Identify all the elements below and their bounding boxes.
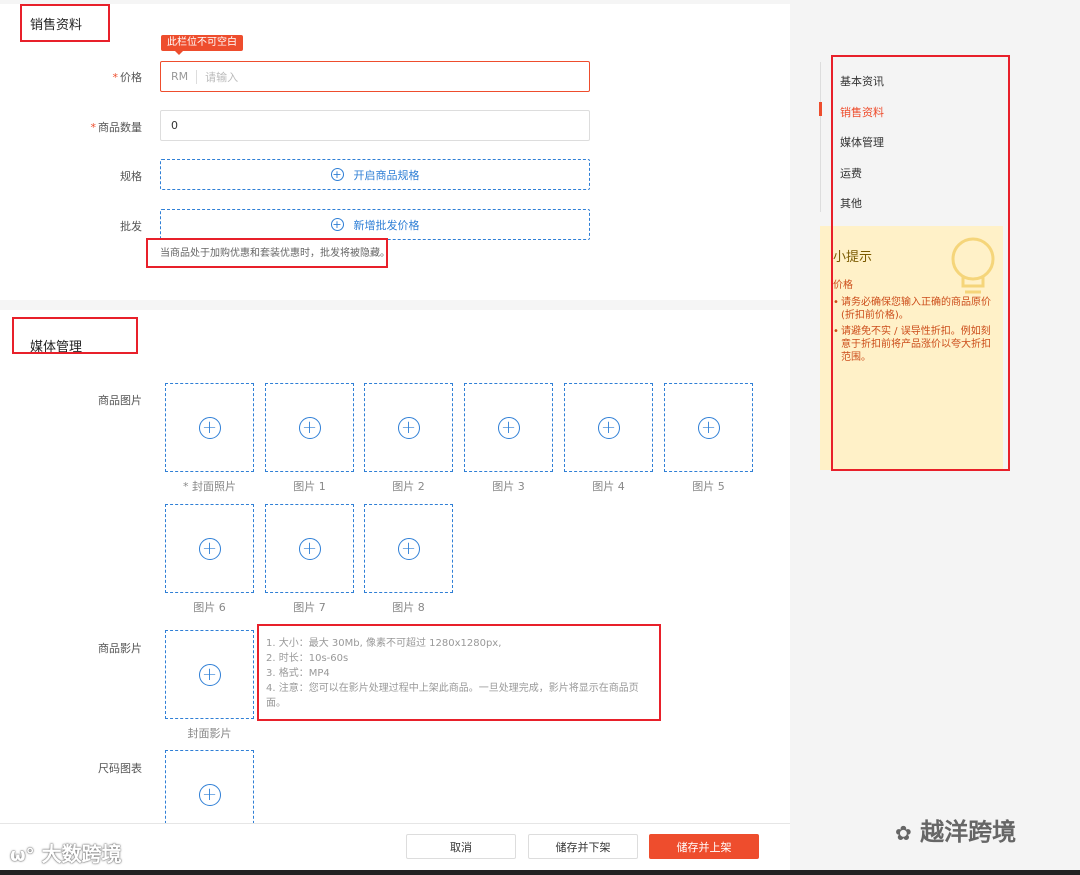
enable-spec-label: 开启商品规格 [353,168,420,182]
image-upload-slot[interactable]: + [165,504,254,593]
watermark-left-text: 大数跨境 [41,842,122,866]
spec-label: 规格 [120,170,142,183]
image-upload-slot[interactable]: + [265,504,354,593]
image-upload-slot[interactable]: + [664,383,753,472]
plus-circle-icon: + [198,537,221,560]
quantity-label-text: 商品数量 [98,121,142,134]
video-upload-slot[interactable]: + [165,630,254,719]
tips-panel: 小提示 价格 请务必确保您输入正确的商品原价 (折扣前价格)。 请避免不实 / … [820,226,1003,470]
plus-circle-icon: + [330,168,344,181]
wechat-icon: ✿ [895,821,912,845]
video-caption: 封面影片 [187,727,232,740]
image-upload-slot[interactable]: + [364,504,453,593]
wholesale-hint: 当商品处于加购优惠和套装优惠时，批发将被隐藏。 [160,248,390,259]
nav-rail [820,62,821,212]
tip-item: 请务必确保您输入正确的商品原价 (折扣前价格)。 [833,296,998,322]
sales-section-title: 销售资料 [30,18,83,33]
watermark-right: ✿ 越洋跨境 [895,812,1016,847]
media-section: 媒体管理 商品图片 + * 封面照片 + 图片 1 + 图片 2 + 图片 3 … [0,310,790,839]
video-requirements: 1. 大小：最大 30Mb, 像素不可超过 1280x1280px, 2. 时长… [266,636,658,711]
enable-spec-button[interactable]: + 开启商品规格 [160,159,590,190]
tips-subtitle: 价格 [833,280,853,291]
image-slot-caption: 图片 6 [193,601,226,614]
required-marker: * [90,121,97,134]
image-upload-slot[interactable]: + [464,383,553,472]
main-panel: 销售资料 此栏位不可空白 * 价格 RM 请输入 * 商品数量 0 规格 + 开启商… [0,0,790,875]
plus-circle-icon: + [397,416,420,439]
plus-circle-icon: + [198,783,221,806]
price-placeholder: 请输入 [205,70,239,84]
video-note: 4. 注意：您可以在影片处理过程中上架此商品。一旦处理完成，影片将显示在商品页面… [266,683,639,709]
plus-circle-icon: + [298,537,321,560]
image-upload-slot[interactable]: + [265,383,354,472]
save-publish-button[interactable]: 储存并上架 [649,834,759,859]
required-marker: * [112,71,119,84]
plus-circle-icon: + [697,416,720,439]
watermark-right-text: 越洋跨境 [920,818,1017,846]
image-upload-slot[interactable]: + [165,383,254,472]
price-error-tooltip: 此栏位不可空白 [161,35,243,55]
image-slot-caption: 图片 5 [692,480,725,493]
image-slot-caption: * 封面照片 [183,480,236,493]
cancel-button[interactable]: 取消 [406,834,516,859]
image-upload-slot[interactable]: + [564,383,653,472]
wholesale-label: 批发 [120,220,142,233]
product-images-label: 商品图片 [98,394,142,407]
price-input[interactable]: RM 请输入 [160,61,590,92]
lightbulb-icon [951,237,995,294]
quantity-label: * 商品数量 [40,119,143,135]
image-slot-caption: 图片 3 [492,480,525,493]
bottom-strip [0,870,1080,875]
watermark-left: ω° 大数跨境 [10,838,122,867]
price-label-text: 价格 [120,71,142,84]
image-slot-caption: 图片 8 [392,601,425,614]
quantity-input[interactable]: 0 [160,110,590,141]
plus-circle-icon: + [330,218,344,231]
nav-item-sales-info[interactable]: 销售资料 [840,104,884,120]
plus-circle-icon: + [497,416,520,439]
tip-item: 请避免不实 / 误导性折扣。例如刻意于折扣前将产品涨价以夸大折扣范围。 [833,325,998,364]
sales-section: 销售资料 此栏位不可空白 * 价格 RM 请输入 * 商品数量 0 规格 + 开启商… [0,4,790,300]
quantity-value: 0 [171,119,178,132]
size-chart-label: 尺码图表 [98,762,142,775]
nav-active-indicator [819,102,822,116]
tips-list: 请务必确保您输入正确的商品原价 (折扣前价格)。 请避免不实 / 误导性折扣。例… [833,296,998,367]
video-note: 3. 格式：MP4 [266,668,330,679]
plus-circle-icon: + [198,416,221,439]
nav-item-media[interactable]: 媒体管理 [840,134,884,150]
media-section-title: 媒体管理 [30,340,83,355]
plus-circle-icon: + [597,416,620,439]
watermark-logo-icon: ω° [10,845,35,866]
image-slot-caption: 图片 4 [592,480,625,493]
image-slot-caption: 图片 2 [392,480,425,493]
add-wholesale-label: 新增批发价格 [353,218,420,232]
product-video-label: 商品影片 [98,642,142,655]
nav-item-other[interactable]: 其他 [840,195,862,211]
video-note: 2. 时长：10s-60s [266,653,349,664]
nav-item-basic-info[interactable]: 基本资讯 [840,73,884,89]
video-note: 1. 大小：最大 30Mb, 像素不可超过 1280x1280px, [266,638,502,649]
save-delist-button[interactable]: 储存并下架 [528,834,638,859]
image-slot-caption: 图片 1 [293,480,326,493]
add-wholesale-button[interactable]: + 新增批发价格 [160,209,590,240]
currency-prefix: RM [161,69,198,84]
image-upload-slot[interactable]: + [364,383,453,472]
image-slot-caption: 图片 7 [293,601,326,614]
plus-circle-icon: + [397,537,420,560]
plus-circle-icon: + [298,416,321,439]
plus-circle-icon: + [198,663,221,686]
tips-title: 小提示 [833,250,873,265]
price-label: * 价格 [60,69,143,85]
nav-item-shipping[interactable]: 运费 [840,165,862,181]
